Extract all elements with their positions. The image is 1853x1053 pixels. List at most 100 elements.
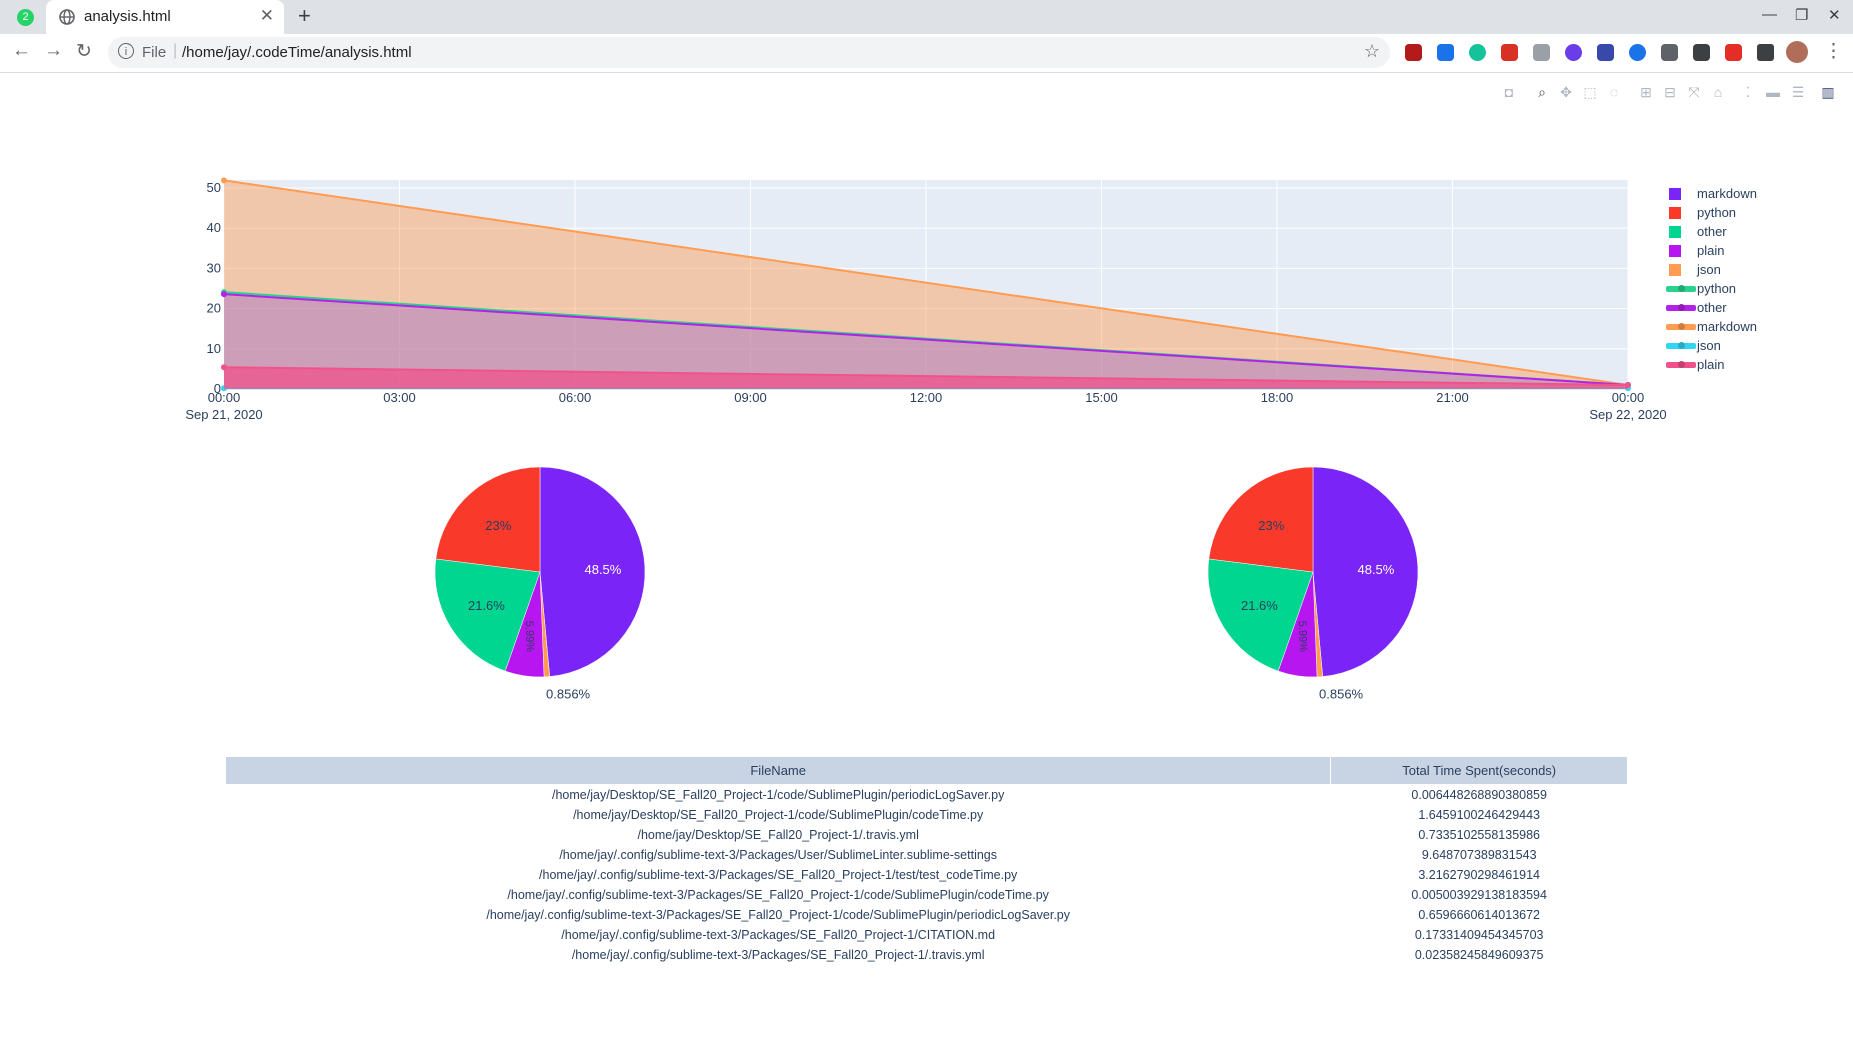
app-badge[interactable]: 2 bbox=[17, 9, 34, 26]
youtube-icon[interactable] bbox=[1725, 44, 1742, 61]
legend-label: markdown bbox=[1697, 319, 1757, 334]
legend-swatch bbox=[1669, 188, 1681, 200]
extension-icon[interactable] bbox=[1629, 44, 1646, 61]
close-icon[interactable]: ✕ bbox=[260, 6, 274, 26]
ublock-icon[interactable] bbox=[1405, 44, 1422, 61]
cell-filename: /home/jay/Desktop/SE_Fall20_Project-1/co… bbox=[224, 784, 1332, 805]
legend-swatch bbox=[1669, 264, 1681, 276]
table-row: /home/jay/Desktop/SE_Fall20_Project-1/co… bbox=[224, 784, 1628, 805]
point-python bbox=[221, 289, 227, 296]
address-bar[interactable]: i File | /home/jay/.codeTime/analysis.ht… bbox=[108, 37, 1390, 68]
tab-strip: 2 analysis.html ✕ + — ❐ ✕ bbox=[0, 0, 1853, 34]
area-json bbox=[224, 388, 1628, 389]
tab-analysis[interactable]: analysis.html ✕ bbox=[46, 0, 284, 34]
legend-swatch bbox=[1669, 207, 1681, 219]
line-markdown bbox=[223, 179, 1629, 386]
menu-icon[interactable]: ⋮ bbox=[1824, 40, 1843, 63]
point-plain bbox=[1625, 381, 1631, 388]
cell-filename: /home/jay/.config/sublime-text-3/Package… bbox=[224, 844, 1332, 865]
zoom-out-icon[interactable]: ⊟ bbox=[1662, 84, 1678, 100]
col-header-time[interactable]: Total Time Spent(seconds) bbox=[1330, 756, 1628, 785]
legend-label: other bbox=[1697, 300, 1727, 315]
reset-axes-icon[interactable]: ⌂ bbox=[1710, 84, 1726, 100]
table-row: /home/jay/.config/sublime-text-3/Package… bbox=[224, 904, 1628, 925]
line-other bbox=[223, 293, 1629, 386]
point-plain bbox=[221, 364, 227, 371]
point-python bbox=[1625, 381, 1631, 388]
autoscale-icon[interactable]: ⤧ bbox=[1686, 84, 1702, 100]
lasso-icon[interactable]: ◌ bbox=[1606, 84, 1622, 100]
extension-icon[interactable] bbox=[1597, 44, 1614, 61]
col-header-filename[interactable]: FileName bbox=[224, 756, 1332, 785]
pie-label: 23% bbox=[1258, 518, 1284, 533]
reload-icon[interactable]: ↻ bbox=[76, 40, 92, 63]
bookmark-star-icon[interactable]: ☆ bbox=[1364, 41, 1380, 62]
table-row: /home/jay/.config/sublime-text-3/Package… bbox=[224, 924, 1628, 945]
y-tick-label: 0 bbox=[214, 381, 221, 396]
area-other bbox=[224, 294, 1628, 389]
x-tick-label: 00:00 bbox=[1612, 390, 1645, 405]
camera-icon[interactable]: ◘ bbox=[1501, 84, 1517, 100]
cell-time: 9.648707389831543 bbox=[1330, 844, 1628, 865]
y-tick-label: 30 bbox=[207, 260, 221, 275]
cell-filename: /home/jay/Desktop/SE_Fall20_Project-1/co… bbox=[224, 804, 1332, 825]
pie-label: 0.856% bbox=[1319, 687, 1364, 702]
forward-icon[interactable]: → bbox=[44, 40, 63, 62]
extension-icon[interactable] bbox=[1693, 44, 1710, 61]
pie-label: 5.99% bbox=[1296, 621, 1309, 653]
box-select-icon[interactable]: ⬚ bbox=[1582, 84, 1598, 100]
cell-filename: /home/jay/.config/sublime-text-3/Package… bbox=[224, 944, 1332, 965]
point-markdown bbox=[221, 177, 227, 184]
legend-label: plain bbox=[1697, 357, 1725, 372]
close-window-icon[interactable]: ✕ bbox=[1828, 6, 1841, 24]
pie-label: 21.6% bbox=[468, 598, 505, 613]
cell-time: 0.006448268890380859 bbox=[1330, 784, 1628, 805]
pie-label: 23% bbox=[485, 518, 511, 533]
zoom-in-icon[interactable]: ⊞ bbox=[1638, 84, 1654, 100]
hover-compare-icon[interactable]: ☰ bbox=[1790, 84, 1806, 100]
point-markdown bbox=[1625, 381, 1631, 388]
cell-filename: /home/jay/.config/sublime-text-3/Package… bbox=[224, 904, 1332, 925]
legend-line-swatch bbox=[1666, 285, 1696, 292]
hover-closest-icon[interactable]: ▬ bbox=[1765, 84, 1781, 100]
zoom-icon[interactable]: ⌕ bbox=[1534, 84, 1550, 100]
tab-title: analysis.html bbox=[84, 8, 171, 25]
table-row: /home/jay/.config/sublime-text-3/Package… bbox=[224, 884, 1628, 905]
pie-slice-plain bbox=[1277, 571, 1318, 678]
x-date-label: Sep 22, 2020 bbox=[1589, 407, 1666, 422]
legend-label: other bbox=[1697, 224, 1727, 239]
url-separator: | bbox=[173, 42, 178, 59]
extension-icon[interactable] bbox=[1437, 44, 1454, 61]
plotly-logo-icon[interactable]: ▥ bbox=[1820, 84, 1836, 100]
point-other bbox=[221, 291, 227, 298]
browser-toolbar: ← → ↻ i File | /home/jay/.codeTime/analy… bbox=[0, 34, 1853, 73]
extension-icon[interactable] bbox=[1661, 44, 1678, 61]
info-icon[interactable]: i bbox=[118, 43, 134, 59]
camera-icon[interactable] bbox=[1533, 44, 1550, 61]
extension-icon[interactable] bbox=[1565, 44, 1582, 61]
back-icon[interactable]: ← bbox=[12, 40, 31, 62]
minimize-icon[interactable]: — bbox=[1762, 6, 1777, 23]
cell-time: 0.6596660614013672 bbox=[1330, 904, 1628, 925]
pie-slice-markdown bbox=[1312, 466, 1419, 677]
area-plain bbox=[224, 367, 1628, 389]
pie-slice-other bbox=[434, 558, 541, 672]
globe-icon bbox=[59, 9, 75, 25]
restore-icon[interactable]: ❐ bbox=[1795, 6, 1808, 24]
x-tick-label: 21:00 bbox=[1436, 390, 1469, 405]
pie-label: 48.5% bbox=[584, 562, 621, 577]
url-text[interactable]: /home/jay/.codeTime/analysis.html bbox=[182, 44, 412, 61]
avatar[interactable] bbox=[1786, 41, 1808, 63]
spike-lines-icon[interactable]: ⁚ bbox=[1740, 84, 1756, 100]
x-tick-label: 09:00 bbox=[734, 390, 767, 405]
y-tick-label: 20 bbox=[207, 301, 221, 316]
extension-icon[interactable] bbox=[1501, 44, 1518, 61]
table-row: /home/jay/.config/sublime-text-3/Package… bbox=[224, 844, 1628, 865]
puzzle-icon[interactable] bbox=[1757, 44, 1774, 61]
grammarly-icon[interactable] bbox=[1469, 44, 1486, 61]
pan-icon[interactable]: ✥ bbox=[1558, 84, 1574, 100]
url-scheme: File bbox=[142, 44, 167, 61]
new-tab-button[interactable]: + bbox=[298, 3, 311, 29]
point-other bbox=[1625, 381, 1631, 388]
pie-label: 48.5% bbox=[1357, 562, 1394, 577]
